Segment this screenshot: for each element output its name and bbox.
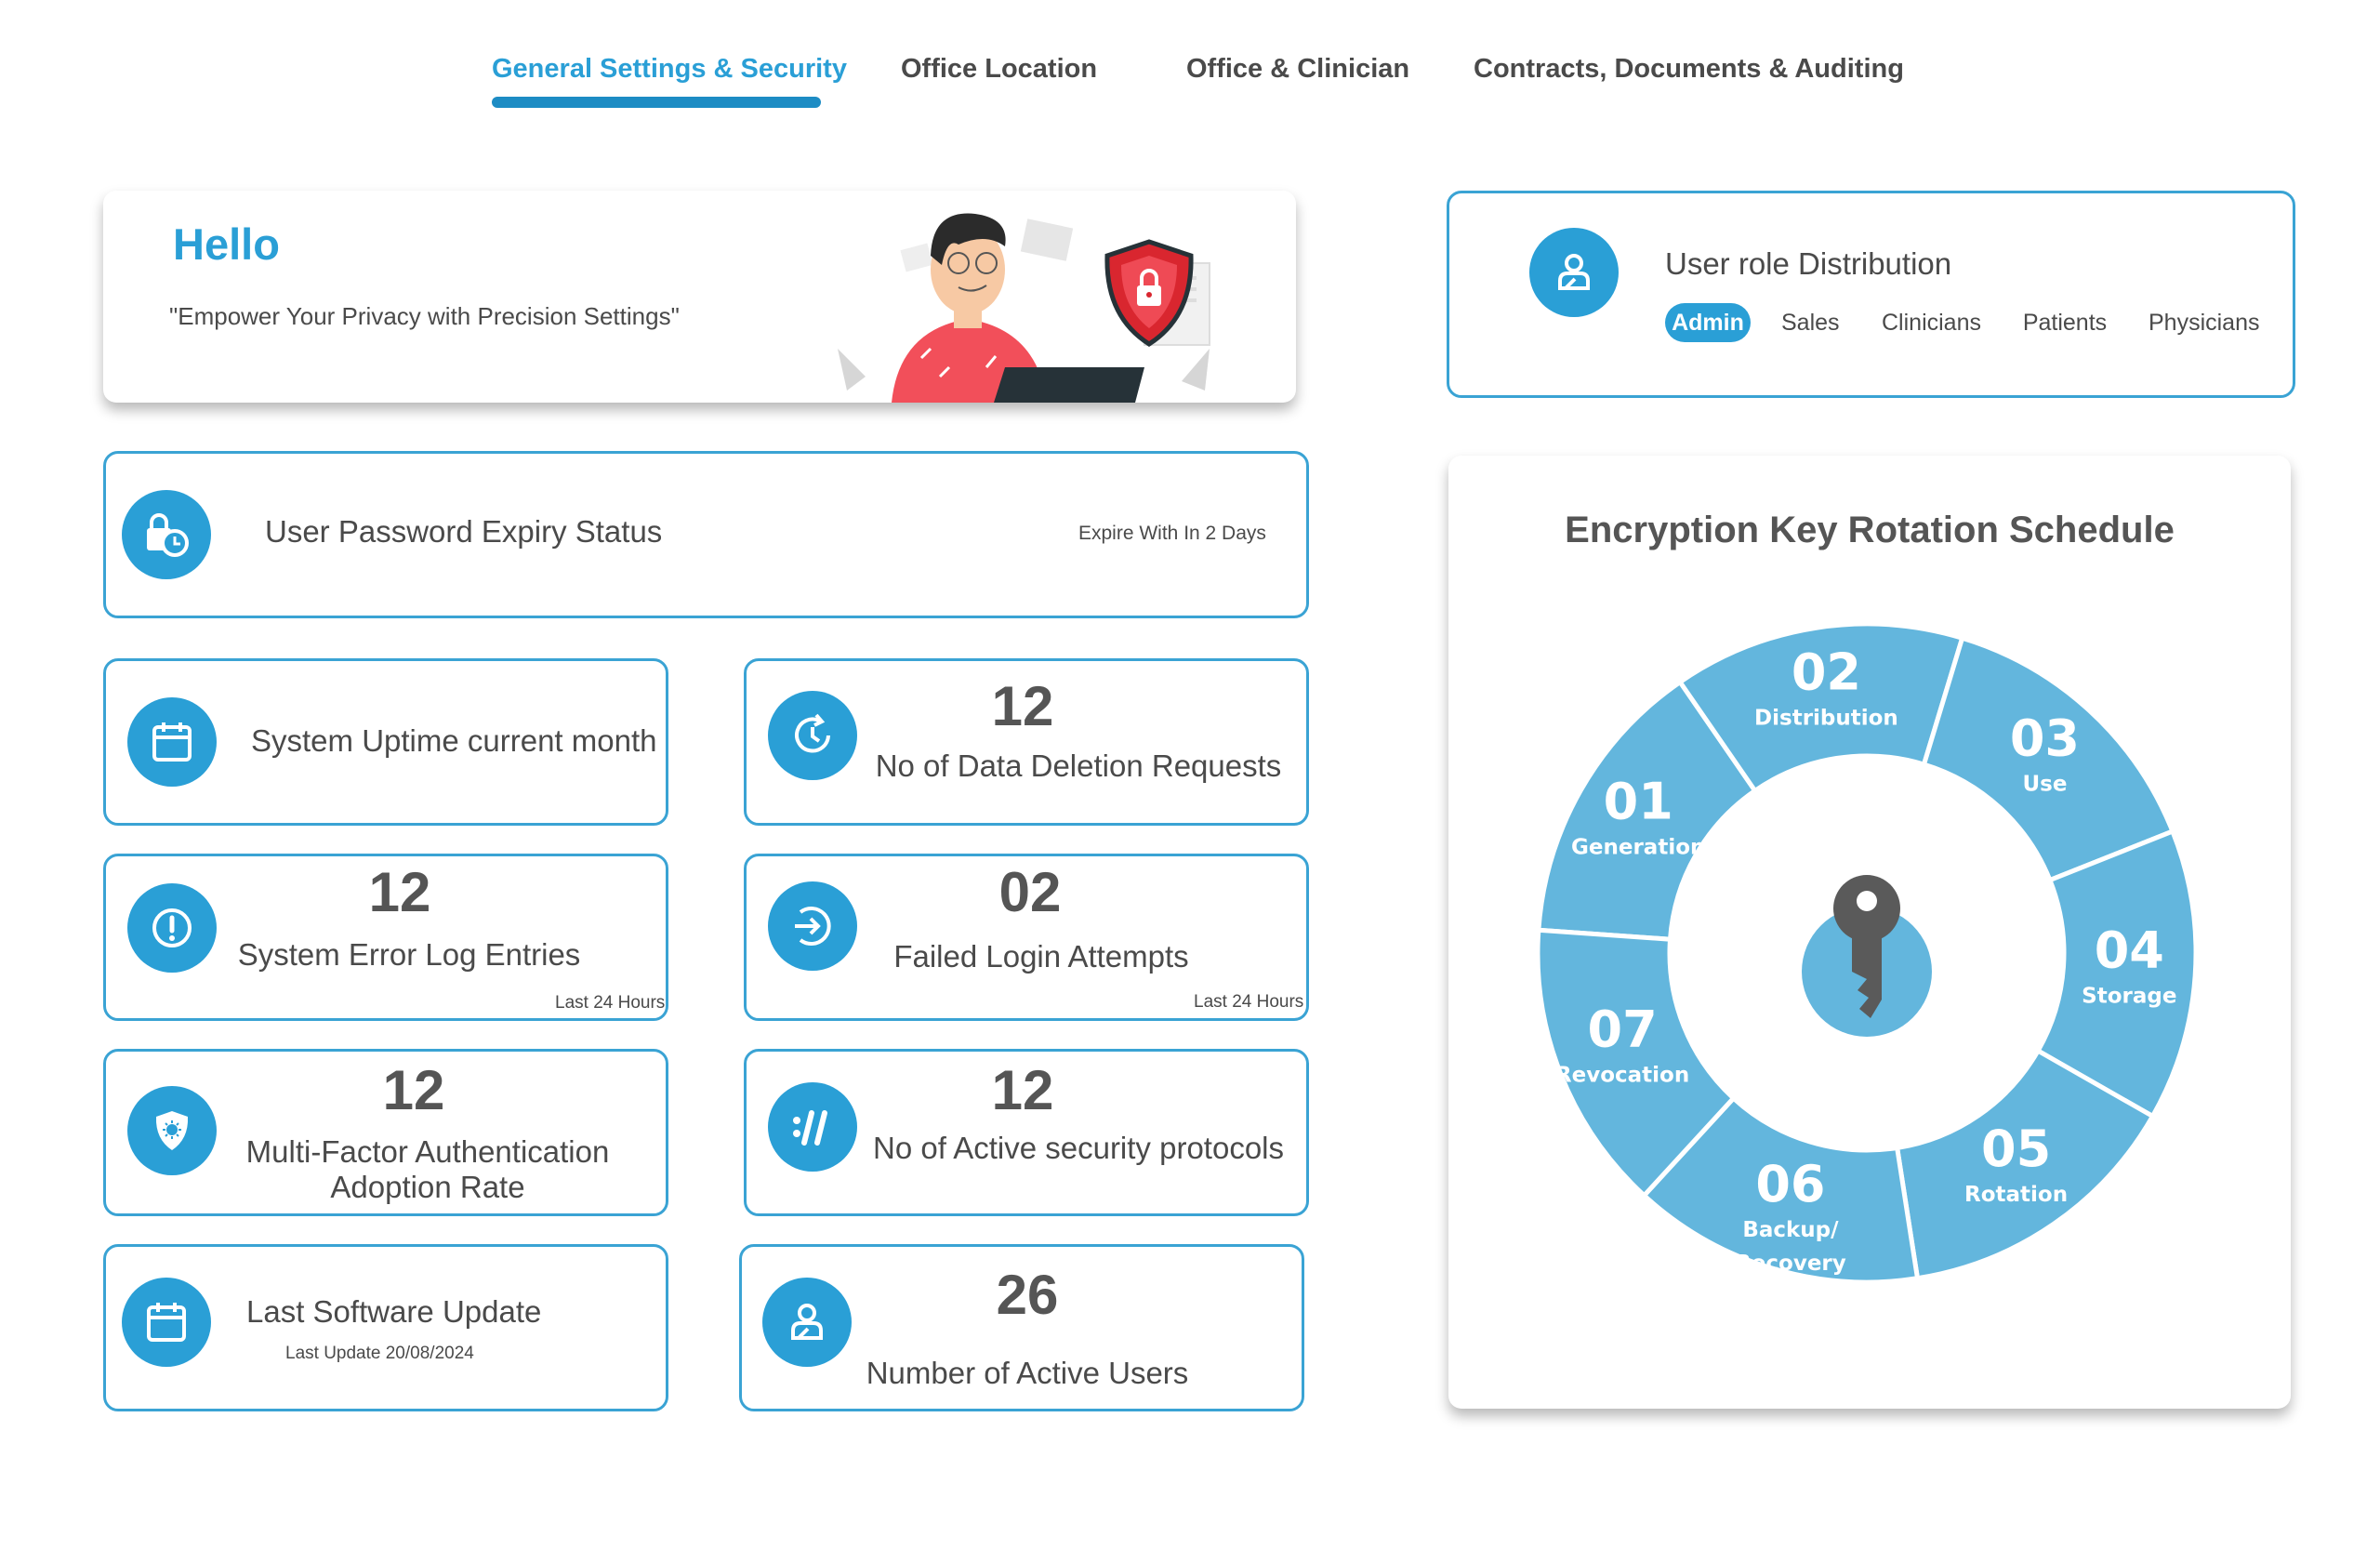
wheel-segment-number: 01: [1604, 773, 1673, 831]
wheel-segment-label: Use: [2022, 773, 2067, 797]
system-uptime-label: System Uptime current month: [251, 723, 657, 758]
software-update-note: Last Update 20/08/2024: [285, 1344, 474, 1363]
wheel-segment-number: 02: [1792, 643, 1861, 701]
role-pill-clinicians[interactable]: Clinicians: [1882, 303, 1981, 342]
mfa-label-line1: Multi-Factor Authentication: [245, 1134, 610, 1169]
password-expiry-note: Expire With In 2 Days: [1078, 523, 1266, 544]
tab-office-clinician[interactable]: Office & Clinician: [1186, 54, 1409, 95]
active-users-label: Number of Active Users: [866, 1356, 1189, 1390]
security-protocols-value: 12: [991, 1059, 1054, 1121]
software-update-label: Last Software Update: [246, 1294, 542, 1329]
failed-login-note: Last 24 Hours: [1194, 992, 1304, 1012]
shield-icon: [127, 1086, 217, 1175]
encryption-key-rotation-card: Encryption Key Rotation Schedule 01 Gener…: [1448, 456, 2291, 1409]
wheel-segment-label: Storage: [2082, 985, 2176, 1009]
role-pill-admin[interactable]: Admin: [1665, 303, 1751, 342]
role-pill-sales[interactable]: Sales: [1781, 303, 1840, 342]
wheel-segment-number: 04: [2095, 921, 2164, 980]
wheel-segment-label: Rotation: [1964, 1183, 2068, 1207]
user-icon: [762, 1278, 852, 1367]
wheel-segment-number: 05: [1981, 1119, 2051, 1178]
wheel-segment-label: Revocation: [1555, 1064, 1689, 1088]
active-users-value: 26: [996, 1264, 1059, 1326]
wheel-segment-label: Backup/: [1742, 1218, 1839, 1242]
lock-clock-icon: [122, 490, 211, 579]
role-pill-physicians[interactable]: Physicians: [2149, 303, 2260, 342]
mfa-value: 12: [382, 1059, 445, 1121]
failed-login-label: Failed Login Attempts: [893, 939, 1189, 974]
data-deletion-value: 12: [991, 675, 1054, 737]
wheel-segment-number: 07: [1588, 1000, 1658, 1059]
hello-title: Hello: [173, 219, 280, 269]
tab-office-location[interactable]: Office Location: [901, 54, 1097, 95]
user-role-distribution-title: User role Distribution: [1665, 246, 1952, 281]
security-protocols-label: No of Active security protocols: [872, 1131, 1285, 1165]
calendar-icon: [122, 1278, 211, 1367]
wheel-segment-label: Recovery: [1735, 1252, 1846, 1276]
error-log-value: 12: [368, 861, 431, 923]
error-log-label: System Error Log Entries: [237, 937, 581, 972]
privacy-illustration: [838, 213, 1210, 403]
calendar-icon: [127, 697, 217, 787]
active-tab-underline: [492, 97, 821, 108]
tab-general-settings-security[interactable]: General Settings & Security: [492, 54, 847, 95]
tab-contracts-documents-auditing[interactable]: Contracts, Documents & Auditing: [1474, 54, 1904, 95]
mfa-label-line2: Adoption Rate: [330, 1170, 525, 1204]
data-deletion-label: No of Data Deletion Requests: [875, 749, 1282, 783]
wheel-segment-number: 03: [2010, 709, 2080, 768]
error-log-note: Last 24 Hours: [555, 993, 666, 1013]
wheel-segment-number: 06: [1755, 1155, 1825, 1213]
wheel-segment-label: Distribution: [1754, 706, 1898, 730]
key-rotation-wheel: 01 Generation 02 Distribution 03 Use 04 Storage…: [1535, 621, 2199, 1285]
hello-card: Hello "Empower Your Privacy with Precisi…: [103, 191, 1296, 403]
hello-subtitle: "Empower Your Privacy with Precision Set…: [169, 302, 680, 330]
wheel-segment-label: Generation: [1571, 836, 1705, 860]
role-pill-patients[interactable]: Patients: [2022, 303, 2108, 342]
password-expiry-title: User Password Expiry Status: [265, 514, 663, 549]
encryption-title: Encryption Key Rotation Schedule: [1565, 510, 2175, 550]
user-icon: [1529, 228, 1619, 317]
failed-login-value: 02: [998, 861, 1062, 923]
